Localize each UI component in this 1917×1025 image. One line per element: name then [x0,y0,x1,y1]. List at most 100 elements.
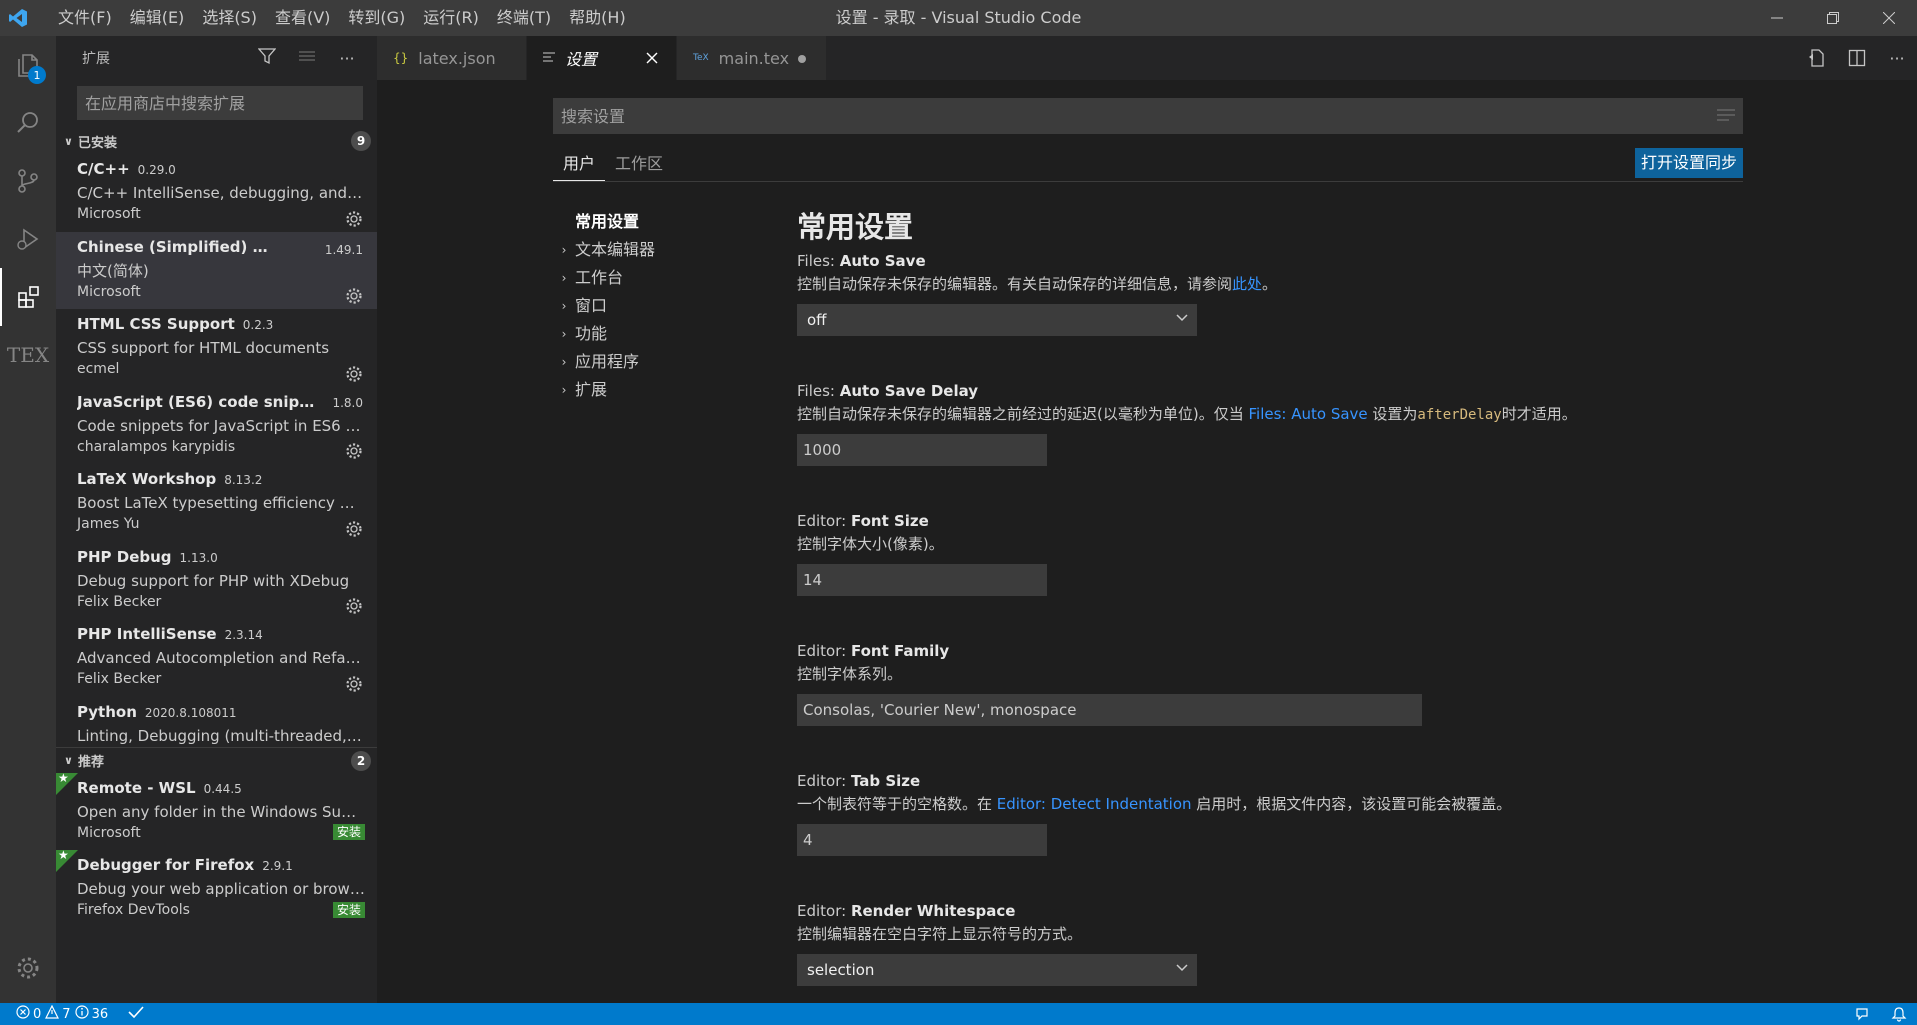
clear-list-icon[interactable] [287,47,327,69]
extension-name: JavaScript (ES6) code snippets [77,392,325,411]
restore-button[interactable] [1805,0,1861,36]
font-size-input[interactable]: 14 [797,564,1047,596]
menu-view[interactable]: 查看(V) [266,0,339,36]
extension-item[interactable]: LaTeX Workshop 8.13.2 Boost LaTeX typeset… [56,464,377,542]
tex-file-icon: TeX [693,53,709,63]
detect-indentation-link[interactable]: Editor: Detect Indentation [997,795,1192,813]
auto-save-delay-input[interactable]: 1000 [797,434,1047,466]
render-whitespace-select[interactable]: selection [797,954,1197,986]
toc-item-application[interactable]: › 应用程序 [553,348,753,376]
tab-workspace[interactable]: 工作区 [605,148,673,181]
select-value: off [807,311,827,329]
extension-item[interactable]: ★ Debugger for Firefox 2.9.1 Debug your w… [56,848,377,928]
search-icon[interactable] [0,94,56,152]
menu-help[interactable]: 帮助(H) [560,0,635,36]
manage-gear-icon[interactable] [345,442,363,460]
toc-item-common[interactable]: 常用设置 [553,208,753,236]
install-button[interactable]: 安装 [332,824,365,840]
tab-user[interactable]: 用户 [553,148,606,181]
auto-save-select[interactable]: off [797,304,1197,336]
toc-label: 扩展 [575,380,608,399]
files-auto-save-link[interactable]: Files: Auto Save [1248,405,1367,423]
extension-item[interactable]: PHP Debug 1.13.0 Debug support for PHP wi… [56,542,377,620]
more-actions-icon[interactable]: ··· [1877,49,1917,68]
manage-gear-icon[interactable] [345,287,363,305]
menu-bar: 文件(F) 编辑(E) 选择(S) 查看(V) 转到(G) 运行(R) 终端(T… [49,0,635,36]
settings-sync-button[interactable]: 打开设置同步 [1634,148,1743,178]
recommended-section-header[interactable]: ∨ 推荐 2 [56,746,377,773]
chevron-right-icon: › [561,355,567,369]
manage-gear-icon[interactable] [345,597,363,615]
toc-item-extensions[interactable]: › 扩展 [553,376,753,404]
close-icon[interactable] [642,49,662,68]
extensions-sidebar: 扩展 ··· ∨ 已安装 9 C/C++ 0.29.0 C/C++ Intelli… [56,36,377,1003]
extension-item[interactable]: Python 2020.8.108011 Linting, Debugging (… [56,697,377,747]
clear-filter-icon[interactable] [1717,107,1735,126]
manage-gear-icon[interactable] [345,210,363,228]
extension-item[interactable]: C/C++ 0.29.0 C/C++ IntelliSense, debuggin… [56,154,377,232]
unsaved-dot-icon[interactable] [792,49,812,68]
menu-edit[interactable]: 编辑(E) [121,0,194,36]
vscode-logo-icon [0,0,36,36]
chevron-down-icon [1175,310,1189,328]
extension-name: C/C++ [77,160,130,178]
manage-gear-icon[interactable] [345,520,363,538]
source-control-icon[interactable] [0,152,56,210]
extension-item[interactable]: Chinese (Simplified) Languag... 1.49.1 中文… [56,231,377,309]
tab-latex-json[interactable]: {} latex.json [377,36,527,80]
tab-settings[interactable]: 设置 [527,36,677,80]
extensions-icon[interactable] [0,268,56,326]
setting-title: Files: Auto Save Delay [797,382,979,400]
tab-label: main.tex [718,48,790,68]
font-family-input[interactable]: Consolas, 'Courier New', monospace [797,694,1422,726]
settings-search-box[interactable] [553,98,1743,134]
menu-selection[interactable]: 选择(S) [193,0,266,36]
setting-title: Editor: Render Whitespace [797,902,1016,920]
open-settings-json-icon[interactable] [1797,49,1837,67]
toc-item-text-editor[interactable]: › 文本编辑器 [553,236,753,264]
setting-font-size: Editor: Font Size 控制字体大小(像素)。 14 [797,510,1777,640]
menu-go[interactable]: 转到(G) [339,0,414,36]
manage-gear-icon[interactable] [345,675,363,693]
manage-gear-icon[interactable] [345,365,363,383]
feedback-icon[interactable] [1845,1006,1881,1022]
toc-item-features[interactable]: › 功能 [553,320,753,348]
auto-save-docs-link[interactable]: 此处 [1232,275,1262,293]
extension-item[interactable]: ★ Remote - WSL 0.44.5 Open any folder in … [56,771,377,851]
explorer-badge: 1 [28,66,46,84]
more-actions-icon[interactable]: ··· [327,49,367,68]
extension-version: 1.8.0 [332,395,363,410]
select-value: selection [807,961,875,979]
notifications-bell-icon[interactable] [1881,1006,1917,1022]
settings-search-input[interactable] [561,106,1717,126]
tex-icon[interactable]: TEX [0,326,56,384]
extension-search-box[interactable] [77,86,363,120]
extension-name: PHP IntelliSense [77,625,217,643]
installed-section-header[interactable]: ∨ 已安装 9 [56,128,377,154]
extension-version: 0.44.5 [203,781,242,796]
extension-version: 8.13.2 [224,473,263,487]
split-editor-icon[interactable] [1837,49,1877,67]
explorer-icon[interactable]: 1 [0,36,56,94]
extension-publisher: ecmel [77,361,120,377]
check-icon[interactable] [128,1005,144,1023]
run-debug-icon[interactable] [0,210,56,268]
minimize-button[interactable] [1749,0,1805,36]
extension-item[interactable]: JavaScript (ES6) code snippets 1.8.0 Code… [56,387,377,465]
manage-gear-icon[interactable] [0,939,56,997]
close-window-button[interactable] [1861,0,1917,36]
filter-icon[interactable] [247,47,287,69]
extension-item[interactable]: HTML CSS Support 0.2.3 CSS support for HT… [56,309,377,387]
problems-indicator[interactable]: 0 7 36 [0,1004,144,1023]
extension-item[interactable]: PHP IntelliSense 2.3.14 Advanced Autocomp… [56,619,377,697]
menu-run[interactable]: 运行(R) [414,0,488,36]
tab-main-tex[interactable]: TeX main.tex [677,36,827,80]
extension-name: LaTeX Workshop [77,470,217,488]
install-button[interactable]: 安装 [332,901,365,918]
menu-file[interactable]: 文件(F) [49,0,121,36]
toc-item-window[interactable]: › 窗口 [553,292,753,320]
extension-search-input[interactable] [85,93,355,113]
menu-terminal[interactable]: 终端(T) [488,0,560,36]
tab-size-input[interactable]: 4 [797,824,1047,856]
toc-item-workbench[interactable]: › 工作台 [553,264,753,292]
